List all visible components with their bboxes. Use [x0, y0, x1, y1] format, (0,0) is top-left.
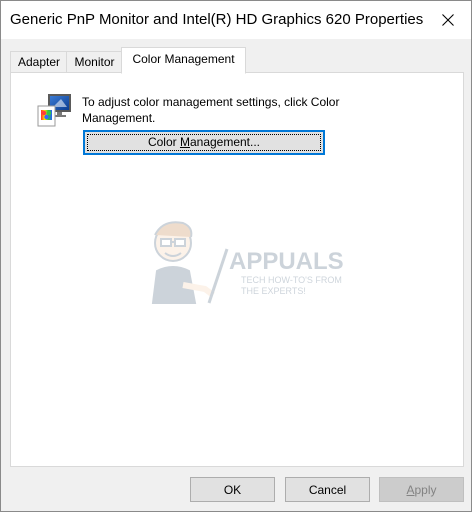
- watermark-tagline-2: THE EXPERTS!: [241, 286, 306, 296]
- tab-color-management-label: Color Management: [132, 52, 235, 66]
- mascot-image: [151, 221, 229, 304]
- focus-rectangle: [87, 134, 321, 151]
- watermark-brand: APPUALS: [229, 248, 343, 275]
- color-management-icon: [37, 94, 71, 127]
- cancel-button-label: Cancel: [308, 483, 347, 497]
- tab-monitor[interactable]: Monitor: [66, 51, 123, 72]
- color-management-panel: To adjust color management settings, cli…: [10, 72, 464, 467]
- window-title: Generic PnP Monitor and Intel(R) HD Grap…: [10, 11, 424, 28]
- watermark-tagline-1: TECH HOW-TO'S FROM: [241, 275, 342, 285]
- title-bar[interactable]: Generic PnP Monitor and Intel(R) HD Grap…: [1, 1, 471, 39]
- tab-adapter-label: Adapter: [17, 55, 61, 69]
- close-button[interactable]: [425, 1, 471, 39]
- apply-button[interactable]: Apply: [379, 477, 464, 502]
- tab-adapter[interactable]: Adapter: [10, 51, 68, 72]
- properties-dialog: Generic PnP Monitor and Intel(R) HD Grap…: [0, 0, 472, 512]
- close-icon: [442, 14, 454, 26]
- ok-button-label: OK: [223, 483, 242, 497]
- color-management-button[interactable]: Color Management...: [83, 130, 325, 155]
- color-management-description: To adjust color management settings, cli…: [82, 95, 340, 125]
- appuals-watermark: APPUALS TECH HOW-TO'S FROM THE EXPERTS!: [151, 221, 343, 304]
- tab-monitor-label: Monitor: [74, 55, 115, 69]
- tab-color-management[interactable]: Color Management: [121, 47, 246, 74]
- cancel-button[interactable]: Cancel: [285, 477, 370, 502]
- ok-button[interactable]: OK: [190, 477, 275, 502]
- apply-button-label: Apply: [406, 483, 437, 497]
